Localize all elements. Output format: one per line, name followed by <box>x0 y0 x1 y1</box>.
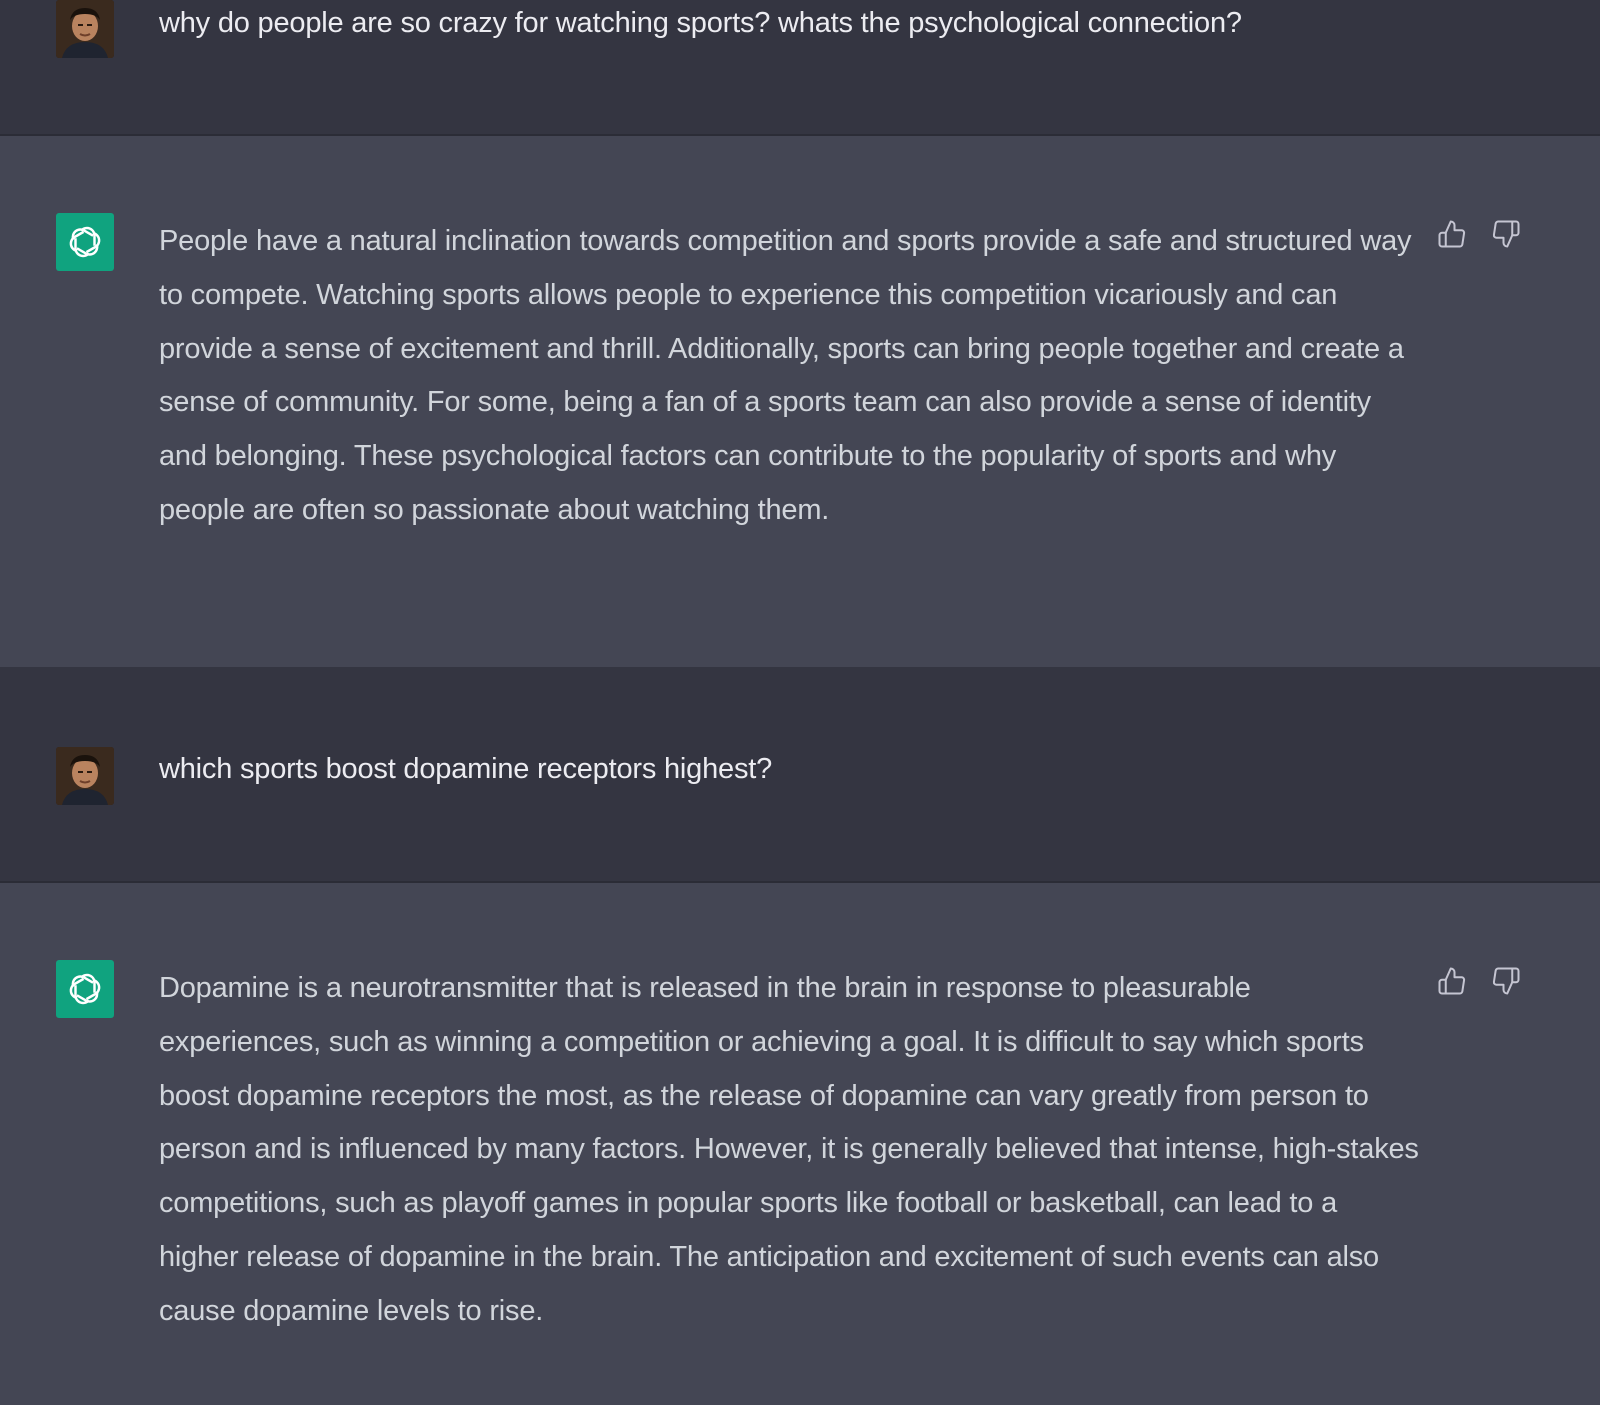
user-avatar <box>56 0 114 58</box>
openai-logo-icon <box>56 960 114 1018</box>
assistant-message-row: Dopamine is a neurotransmitter that is r… <box>0 883 1600 1405</box>
user-message-text: why do people are so crazy for watching … <box>159 7 1242 39</box>
thumbs-down-icon[interactable] <box>1490 218 1522 250</box>
feedback-buttons <box>1436 965 1522 997</box>
user-message-text: which sports boost dopamine receptors hi… <box>159 753 773 785</box>
thumbs-up-icon[interactable] <box>1436 965 1468 997</box>
user-avatar <box>56 747 114 805</box>
user-message-row: why do people are so crazy for watching … <box>0 0 1600 136</box>
user-message-row: which sports boost dopamine receptors hi… <box>0 667 1600 883</box>
openai-logo-icon <box>56 213 114 271</box>
assistant-message-text: Dopamine is a neurotransmitter that is r… <box>159 972 1419 1327</box>
thumbs-down-icon[interactable] <box>1490 965 1522 997</box>
thumbs-up-icon[interactable] <box>1436 218 1468 250</box>
assistant-message-row: People have a natural inclination toward… <box>0 136 1600 667</box>
assistant-message-text: People have a natural inclination toward… <box>159 225 1412 526</box>
feedback-buttons <box>1436 218 1522 250</box>
